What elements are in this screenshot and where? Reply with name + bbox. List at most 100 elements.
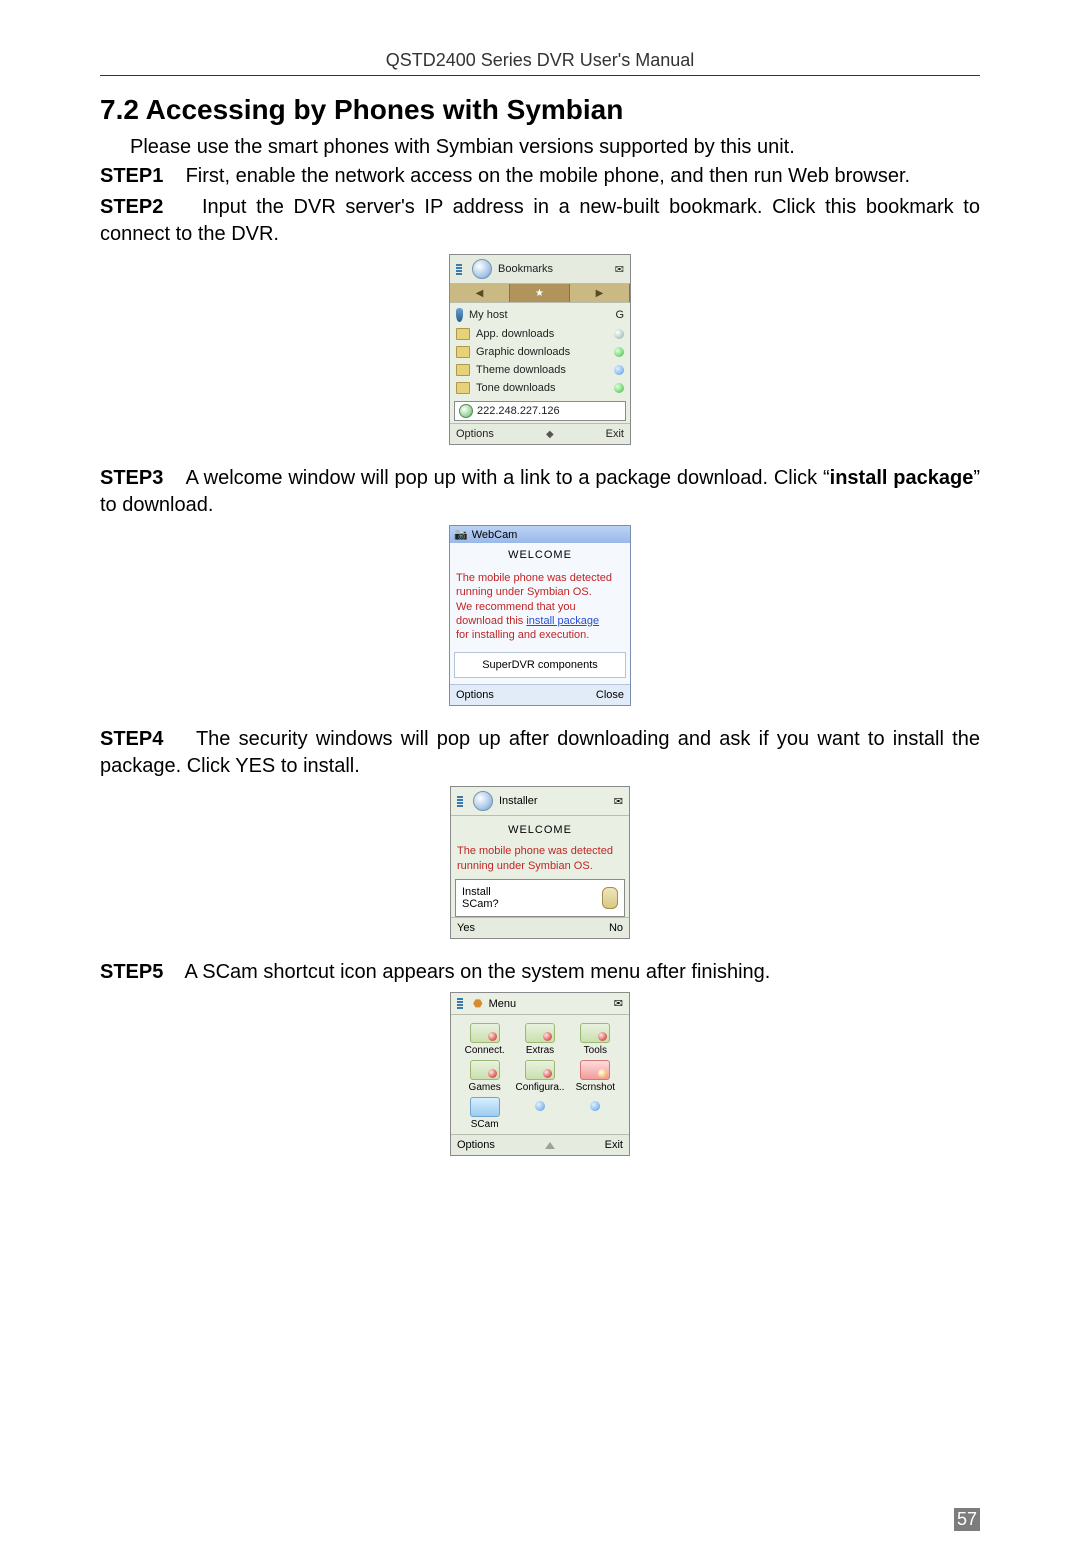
menu-label: Extras — [514, 1045, 565, 1056]
installer-welcome: WELCOME — [451, 816, 629, 844]
softkey-left[interactable]: Options — [456, 428, 494, 440]
section-title: 7.2 Accessing by Phones with Symbian — [100, 94, 980, 126]
menu-slot-empty — [570, 1097, 621, 1130]
softkey-no[interactable]: No — [609, 922, 623, 934]
step4-label: STEP4 — [100, 728, 163, 750]
folder-icon — [456, 364, 470, 376]
row-appdl-label: App. downloads — [476, 328, 554, 340]
softkey-yes[interactable]: Yes — [457, 922, 475, 934]
figure-bookmarks: Bookmarks ✉ ◀ ★ ▶ My host G App. downloa… — [100, 254, 980, 445]
signal-icon — [456, 264, 462, 275]
figure-webcam: 📷 WebCam WELCOME The mobile phone was de… — [100, 525, 980, 706]
row-themedl-label: Theme downloads — [476, 364, 566, 376]
globe-icon — [459, 404, 473, 418]
menu-item-games[interactable]: Games — [459, 1060, 510, 1093]
softkey-right[interactable]: Exit — [606, 428, 624, 440]
status-dot — [614, 329, 624, 339]
tab-active[interactable]: ★ — [510, 284, 570, 302]
step2-text: Input the DVR server's IP address in a n… — [100, 196, 980, 245]
header-rule — [100, 75, 980, 76]
webcam-line2: running under Symbian OS. — [456, 585, 624, 599]
step3: STEP3 A welcome window will pop up with … — [100, 465, 980, 519]
app-icon — [470, 1023, 500, 1043]
tab-right[interactable]: ▶ — [570, 284, 630, 302]
globe-icon — [473, 791, 493, 811]
install-q2: SCam? — [462, 898, 499, 910]
app-icon — [525, 1060, 555, 1080]
step3-text-a: A welcome window will pop up with a link… — [186, 467, 830, 489]
tab-left[interactable]: ◀ — [450, 284, 510, 302]
menu-item-scrnshot[interactable]: Scrnshot — [570, 1060, 621, 1093]
softkey-right[interactable]: Exit — [605, 1139, 623, 1151]
signal-icon — [457, 796, 463, 807]
webcam-line4a: download this — [456, 615, 526, 627]
row-graphicdl[interactable]: Graphic downloads — [450, 343, 630, 361]
menu-item-scam[interactable]: SCam — [459, 1097, 510, 1130]
tab-row: ◀ ★ ▶ — [450, 284, 630, 303]
step5: STEP5 A SCam shortcut icon appears on th… — [100, 959, 980, 986]
menu-item-config[interactable]: Configura.. — [514, 1060, 565, 1093]
page-number: 57 — [954, 1508, 980, 1531]
menu-label: Scrnshot — [570, 1082, 621, 1093]
nav-arrows-icon: ◆ — [546, 429, 554, 440]
row-tonedl-label: Tone downloads — [476, 382, 556, 394]
menu-label: Tools — [570, 1045, 621, 1056]
webcam-line5: for installing and execution. — [456, 628, 624, 642]
menu-icon: ⬣ — [473, 997, 483, 1010]
row-appdl[interactable]: App. downloads — [450, 325, 630, 343]
row-graphicdl-label: Graphic downloads — [476, 346, 570, 358]
envelope-icon: ✉ — [614, 795, 623, 808]
status-dot — [614, 347, 624, 357]
app-icon — [470, 1060, 500, 1080]
row-myhost[interactable]: My host G — [450, 305, 630, 325]
softkey-left[interactable]: Options — [456, 689, 494, 701]
webcam-titlebar: WebCam — [472, 529, 518, 541]
slot-dot — [535, 1101, 545, 1111]
step3-link: install package — [830, 467, 974, 489]
step2-label: STEP2 — [100, 196, 163, 218]
figure-menu: ⬣ Menu ✉ Connect. Extras Tools Games Con… — [100, 992, 980, 1156]
step1-text: First, enable the network access on the … — [186, 165, 911, 187]
installer-line1: The mobile phone was detected — [457, 844, 623, 858]
installer-dialog: Installer ✉ WELCOME The mobile phone was… — [450, 786, 630, 939]
envelope-icon: ✉ — [614, 997, 623, 1010]
row-themedl[interactable]: Theme downloads — [450, 361, 630, 379]
nav-up-icon — [545, 1142, 555, 1149]
step3-label: STEP3 — [100, 467, 163, 489]
intro-text: Please use the smart phones with Symbian… — [130, 136, 980, 159]
menu-label: Games — [459, 1082, 510, 1093]
folder-icon — [456, 382, 470, 394]
components-button[interactable]: SuperDVR components — [454, 652, 626, 678]
softkey-right[interactable]: Close — [596, 689, 624, 701]
manual-header: QSTD2400 Series DVR User's Manual — [100, 50, 980, 71]
step5-text: A SCam shortcut icon appears on the syst… — [184, 961, 770, 983]
menu-slot-empty — [514, 1097, 565, 1130]
globe-icon — [472, 259, 492, 279]
step1-label: STEP1 — [100, 165, 163, 187]
folder-icon — [456, 328, 470, 340]
g-badge: G — [615, 309, 624, 321]
bookmarks-phone: Bookmarks ✉ ◀ ★ ▶ My host G App. downloa… — [449, 254, 631, 445]
camera-icon: 📷 — [454, 528, 468, 541]
step4: STEP4 The security windows will pop up a… — [100, 726, 980, 780]
menu-label: Connect. — [459, 1045, 510, 1056]
menu-label: Configura.. — [514, 1082, 565, 1093]
menu-item-tools[interactable]: Tools — [570, 1023, 621, 1056]
menu-title: Menu — [489, 998, 517, 1010]
row-myhost-label: My host — [469, 309, 508, 321]
webcam-line1: The mobile phone was detected — [456, 571, 624, 585]
install-package-link[interactable]: install package — [526, 615, 599, 627]
menu-item-extras[interactable]: Extras — [514, 1023, 565, 1056]
figure-installer: Installer ✉ WELCOME The mobile phone was… — [100, 786, 980, 939]
softkey-left[interactable]: Options — [457, 1139, 495, 1151]
install-q1: Install — [462, 886, 499, 898]
step5-label: STEP5 — [100, 961, 163, 983]
webcam-line3: We recommend that you — [456, 600, 624, 614]
row-tonedl[interactable]: Tone downloads — [450, 379, 630, 397]
installer-line2: running under Symbian OS. — [457, 859, 623, 873]
ip-input-row[interactable]: 222.248.227.126 — [454, 401, 626, 421]
webcam-dialog: 📷 WebCam WELCOME The mobile phone was de… — [449, 525, 631, 706]
step4-text: The security windows will pop up after d… — [100, 728, 980, 777]
app-icon — [525, 1023, 555, 1043]
menu-item-connect[interactable]: Connect. — [459, 1023, 510, 1056]
